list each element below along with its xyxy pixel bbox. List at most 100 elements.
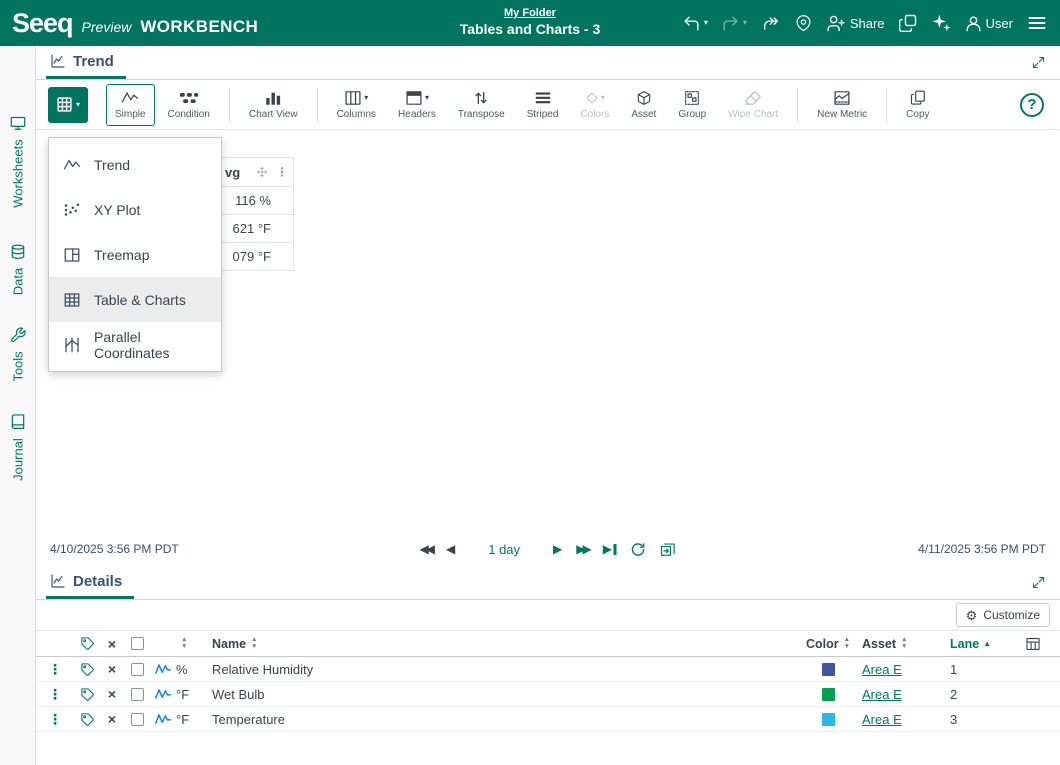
expand-details-button[interactable] bbox=[1031, 575, 1046, 590]
group-label: Group bbox=[678, 109, 706, 120]
menu-item-trend[interactable]: Trend bbox=[49, 142, 221, 187]
worksheets-view-button[interactable] bbox=[898, 13, 918, 33]
tab-trend[interactable]: Trend bbox=[46, 46, 126, 79]
menu-item-table-charts[interactable]: Table & Charts bbox=[49, 277, 221, 322]
asset-link[interactable]: Area E bbox=[862, 687, 902, 702]
undo-icon bbox=[682, 14, 701, 33]
row-checkbox[interactable] bbox=[131, 688, 144, 701]
access-key-button[interactable] bbox=[795, 14, 812, 33]
item-name[interactable]: Relative Humidity bbox=[212, 662, 313, 677]
headers-button[interactable]: ▾ Headers bbox=[389, 84, 445, 126]
condition-icon bbox=[179, 91, 199, 105]
sidebar-item-tools[interactable]: Tools bbox=[9, 326, 26, 381]
color-swatch[interactable] bbox=[822, 688, 835, 701]
remove-all-icon[interactable]: × bbox=[108, 636, 116, 652]
column-drag-icon[interactable] bbox=[256, 166, 268, 178]
chart-type-menu: Trend XY Plot Treemap Table & Charts bbox=[48, 137, 222, 372]
customize-label: Customize bbox=[983, 608, 1040, 622]
sidebar-item-data[interactable]: Data bbox=[9, 243, 26, 295]
label-tag-icon[interactable] bbox=[74, 662, 100, 677]
tab-details[interactable]: Details bbox=[46, 566, 134, 599]
user-menu-button[interactable]: User bbox=[964, 14, 1013, 33]
label-tag-icon[interactable] bbox=[74, 712, 100, 727]
chevron-down-icon: ▾ bbox=[76, 101, 80, 109]
breadcrumb-my-folder[interactable]: My Folder bbox=[504, 7, 556, 19]
new-metric-button[interactable]: New Metric bbox=[808, 84, 876, 126]
seeq-workbench: Seeq Preview WORKBENCH My Folder Tables … bbox=[0, 0, 1060, 765]
label-tag-icon[interactable] bbox=[74, 687, 100, 702]
expand-icon bbox=[1031, 575, 1046, 590]
sidebar-item-journal[interactable]: Journal bbox=[9, 413, 26, 481]
seeq-logo[interactable]: Seeq bbox=[12, 8, 73, 39]
column-menu-icon[interactable]: ⋮ bbox=[276, 165, 288, 179]
signal-icon bbox=[150, 713, 176, 725]
refresh-icon bbox=[630, 542, 645, 557]
step-forward-button[interactable]: ▶ bbox=[553, 543, 562, 555]
toolbar-divider bbox=[797, 88, 798, 122]
asset-link[interactable]: Area E bbox=[862, 712, 902, 727]
remove-item-icon[interactable]: × bbox=[108, 711, 116, 727]
sort-color-button[interactable]: ▲▼ bbox=[844, 637, 850, 651]
item-name[interactable]: Temperature bbox=[212, 712, 285, 727]
expand-trend-button[interactable] bbox=[1031, 55, 1046, 70]
step-back-full-button[interactable]: ◀◀ bbox=[420, 543, 432, 555]
fast-forward-button[interactable] bbox=[760, 14, 782, 33]
select-all-checkbox[interactable] bbox=[131, 637, 144, 650]
colors-button[interactable]: ▾ Colors bbox=[571, 84, 618, 126]
asset-link[interactable]: Area E bbox=[862, 662, 902, 677]
row-checkbox[interactable] bbox=[131, 663, 144, 676]
help-button[interactable]: ? bbox=[1020, 93, 1044, 117]
trend-toolbar: ▾ Simple Condition Chart View bbox=[36, 80, 1060, 130]
columns-button[interactable]: ▾ Columns bbox=[328, 84, 385, 126]
remove-item-icon[interactable]: × bbox=[108, 661, 116, 677]
duration-label[interactable]: 1 day bbox=[488, 542, 520, 557]
auto-update-button[interactable] bbox=[659, 542, 676, 557]
color-swatch[interactable] bbox=[822, 713, 835, 726]
undo-button[interactable]: ▾ bbox=[682, 14, 708, 33]
row-menu-icon[interactable]: ⋮ bbox=[48, 711, 62, 728]
ai-assistant-button[interactable] bbox=[931, 13, 951, 33]
sort-name-button[interactable]: ▲▼ bbox=[251, 637, 257, 651]
striped-button[interactable]: Striped bbox=[518, 84, 568, 126]
color-swatch[interactable] bbox=[822, 663, 835, 676]
range-start-timestamp[interactable]: 4/10/2025 3:56 PM PDT bbox=[50, 542, 179, 556]
chart-view-label: Chart View bbox=[249, 109, 298, 120]
simple-mode-button[interactable]: Simple bbox=[106, 84, 155, 126]
sort-unit-button[interactable]: ▲▼ bbox=[181, 637, 187, 651]
column-header-lane[interactable]: Lane bbox=[950, 637, 979, 651]
row-checkbox[interactable] bbox=[131, 713, 144, 726]
copy-button[interactable]: Copy bbox=[897, 84, 938, 126]
chart-type-select-button[interactable]: ▾ bbox=[48, 87, 88, 123]
asset-button[interactable]: Asset bbox=[622, 84, 665, 126]
time-range-bar: 4/10/2025 3:56 PM PDT ◀◀ ◀ 1 day ▶ ▶▶ ▶ bbox=[36, 532, 1060, 566]
redo-button[interactable]: ▾ bbox=[721, 14, 747, 33]
sort-asset-button[interactable]: ▲▼ bbox=[901, 637, 907, 651]
remove-all-labels-icon[interactable] bbox=[74, 636, 100, 651]
range-end-timestamp[interactable]: 4/11/2025 3:56 PM PDT bbox=[918, 542, 1046, 556]
step-to-now-button[interactable]: ▶ bbox=[603, 543, 617, 555]
share-button[interactable]: Share bbox=[825, 14, 885, 33]
condition-mode-button[interactable]: Condition bbox=[159, 84, 219, 126]
chart-view-button[interactable]: Chart View bbox=[240, 84, 307, 126]
hamburger-menu-button[interactable] bbox=[1026, 13, 1048, 33]
item-name[interactable]: Wet Bulb bbox=[212, 687, 265, 702]
menu-item-treemap[interactable]: Treemap bbox=[49, 232, 221, 277]
menu-item-xy-plot[interactable]: XY Plot bbox=[49, 187, 221, 232]
transpose-button[interactable]: Transpose bbox=[449, 84, 514, 126]
step-forward-full-button[interactable]: ▶▶ bbox=[576, 543, 588, 555]
row-menu-icon[interactable]: ⋮ bbox=[48, 686, 62, 703]
group-button[interactable]: Group bbox=[669, 84, 715, 126]
column-header-color[interactable]: Color bbox=[806, 637, 839, 651]
menu-item-parallel-coordinates[interactable]: Parallel Coordinates bbox=[49, 322, 221, 367]
table-settings-icon[interactable] bbox=[1006, 637, 1060, 651]
column-header-asset[interactable]: Asset bbox=[862, 637, 896, 651]
sidebar-item-worksheets[interactable]: Worksheets bbox=[9, 114, 26, 207]
refresh-button[interactable] bbox=[630, 542, 645, 557]
remove-item-icon[interactable]: × bbox=[108, 686, 116, 702]
step-back-button[interactable]: ◀ bbox=[446, 543, 455, 555]
row-menu-icon[interactable]: ⋮ bbox=[48, 661, 62, 678]
toolbar-divider bbox=[317, 88, 318, 122]
customize-button[interactable]: ⚙ Customize bbox=[956, 603, 1050, 627]
wipe-chart-button[interactable]: Wipe Chart bbox=[719, 84, 787, 126]
column-header-name[interactable]: Name bbox=[212, 637, 246, 651]
